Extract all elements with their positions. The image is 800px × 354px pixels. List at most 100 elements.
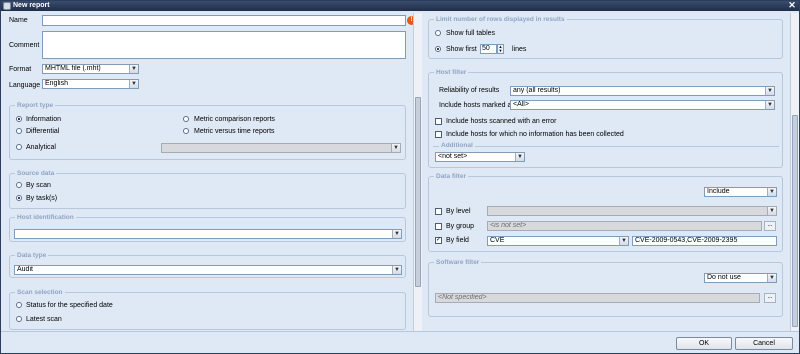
additional-divider <box>433 146 779 147</box>
show-first-count-input[interactable]: 50 <box>480 44 497 54</box>
additional-select[interactable]: <not set> ▼ <box>435 152 525 162</box>
radio-metric-comparison-label: Metric comparison reports <box>194 116 275 123</box>
data-filter-group: Data filter Include ▼ By level ▼ By grou… <box>428 172 783 252</box>
radio-by-scan[interactable] <box>16 182 22 188</box>
chevron-down-icon[interactable]: ▼ <box>765 87 774 95</box>
chevron-down-icon[interactable]: ▼ <box>392 230 401 238</box>
radio-information-label: Information <box>26 116 62 123</box>
by-group-browse-button[interactable]: ... <box>764 221 776 231</box>
chevron-down-icon[interactable]: ▼ <box>767 188 776 196</box>
host-identification-select[interactable]: ▼ <box>14 229 402 239</box>
right-scrollbar-thumb[interactable] <box>792 115 798 327</box>
source-data-title: Source data <box>15 169 57 178</box>
comment-textarea[interactable] <box>42 31 406 59</box>
radio-show-first-label: Show first <box>446 46 477 53</box>
no-info-label: Include hosts for which no information h… <box>446 131 624 138</box>
analytical-select[interactable]: ▼ <box>161 143 401 153</box>
by-field-select[interactable]: CVE ▼ <box>487 236 629 246</box>
cancel-button[interactable]: Cancel <box>735 337 793 350</box>
chevron-down-icon[interactable]: ▼ <box>767 207 776 215</box>
software-filter-input[interactable]: <Not specified> <box>435 293 760 303</box>
format-select[interactable]: MHTML file (.mht) ▼ <box>42 64 139 74</box>
name-input[interactable] <box>42 15 406 26</box>
new-report-window: New report ✕ Name ! Comment Format MHTML… <box>0 0 800 354</box>
by-level-checkbox[interactable] <box>435 208 442 215</box>
radio-information[interactable] <box>16 116 22 122</box>
reliability-value: any (all results) <box>513 87 561 94</box>
radio-differential-label: Differential <box>26 128 60 135</box>
radio-analytical[interactable] <box>16 144 22 150</box>
language-label: Language <box>9 82 41 89</box>
language-value: English <box>45 80 68 87</box>
radio-latest-scan-label: Latest scan <box>26 316 62 323</box>
by-group-checkbox[interactable] <box>435 223 442 230</box>
reliability-select[interactable]: any (all results) ▼ <box>510 86 775 96</box>
chevron-down-icon[interactable]: ▼ <box>619 237 628 245</box>
chevron-down-icon[interactable]: ▼ <box>765 101 774 109</box>
report-type-title: Report type <box>15 101 56 110</box>
by-field-value: CVE <box>490 237 505 244</box>
chevron-down-icon[interactable]: ▼ <box>767 274 776 282</box>
scan-selection-group: Scan selection Status for the specified … <box>9 288 406 330</box>
data-type-group: Data type Audit ▼ <box>9 251 406 278</box>
close-icon[interactable]: ✕ <box>788 1 796 10</box>
software-filter-browse-button[interactable]: ... <box>764 293 776 303</box>
by-field-text: CVE-2009-0543,CVE-2009-2395 <box>635 237 738 244</box>
by-level-select[interactable]: ▼ <box>487 206 777 216</box>
by-field-checkbox[interactable]: ✓ <box>435 237 442 244</box>
radio-status-date[interactable] <box>16 302 22 308</box>
radio-metric-versus-time[interactable] <box>183 128 189 134</box>
chevron-down-icon[interactable]: ▼ <box>515 153 524 161</box>
left-scrollbar-thumb[interactable] <box>415 97 421 287</box>
title-bar[interactable]: New report ✕ <box>1 1 799 11</box>
by-level-label: By level <box>446 208 471 215</box>
data-filter-mode-select[interactable]: Include ▼ <box>704 187 777 197</box>
data-type-title: Data type <box>15 251 49 260</box>
radio-latest-scan[interactable] <box>16 316 22 322</box>
scanned-error-checkbox[interactable] <box>435 118 442 125</box>
reliability-label: Reliability of results <box>439 87 500 94</box>
radio-status-date-label: Status for the specified date <box>26 302 113 309</box>
dialog-footer: OK Cancel <box>1 331 799 353</box>
software-filter-group: Software filter Do not use ▼ <Not specif… <box>428 258 783 317</box>
by-group-label: By group <box>446 223 475 230</box>
chevron-down-icon[interactable]: ▼ <box>129 65 138 73</box>
format-label: Format <box>9 66 32 73</box>
include-marked-select[interactable]: <All> ▼ <box>510 100 775 110</box>
language-select[interactable]: English ▼ <box>42 79 139 89</box>
radio-differential[interactable] <box>16 128 22 134</box>
radio-metric-comparison[interactable] <box>183 116 189 122</box>
radio-by-tasks[interactable] <box>16 195 22 201</box>
include-marked-value: <All> <box>513 101 529 108</box>
additional-title: Additional <box>439 141 475 150</box>
radio-metric-versus-time-label: Metric versus time reports <box>194 128 275 135</box>
scan-selection-title: Scan selection <box>15 288 65 297</box>
software-filter-mode-select[interactable]: Do not use ▼ <box>704 273 777 283</box>
radio-by-tasks-label: By task(s) <box>26 195 58 202</box>
chevron-down-icon[interactable]: ▼ <box>129 80 138 88</box>
chevron-down-icon[interactable]: ▼ <box>392 266 401 274</box>
right-scrollbar[interactable] <box>790 13 799 331</box>
format-value: MHTML file (.mht) <box>45 65 101 72</box>
app-icon <box>3 2 11 10</box>
data-type-select[interactable]: Audit ▼ <box>14 265 402 275</box>
limit-rows-group: Limit number of rows displayed in result… <box>428 15 783 59</box>
host-identification-group: Host identification ▼ <box>9 213 406 242</box>
scanned-error-label: Include hosts scanned with an error <box>446 118 557 125</box>
host-identification-title: Host identification <box>15 213 76 222</box>
chevron-down-icon[interactable]: ▼ <box>391 144 400 152</box>
host-filter-group: Host filter Reliability of results any (… <box>428 68 783 168</box>
radio-show-full[interactable] <box>435 30 441 36</box>
count-spinner[interactable]: ▲ ▼ <box>497 44 504 54</box>
by-group-input[interactable]: <is not set> <box>487 221 762 231</box>
ok-button[interactable]: OK <box>676 337 732 350</box>
software-filter-placeholder: <Not specified> <box>438 294 487 301</box>
lines-label: lines <box>512 46 527 53</box>
window-title: New report <box>13 2 50 9</box>
by-field-text-input[interactable]: CVE-2009-0543,CVE-2009-2395 <box>632 236 777 246</box>
radio-show-first[interactable] <box>435 46 441 52</box>
left-scrollbar[interactable] <box>413 13 422 331</box>
additional-value: <not set> <box>438 153 468 160</box>
include-marked-label: Include hosts marked as <box>439 102 515 109</box>
no-info-checkbox[interactable] <box>435 131 442 138</box>
